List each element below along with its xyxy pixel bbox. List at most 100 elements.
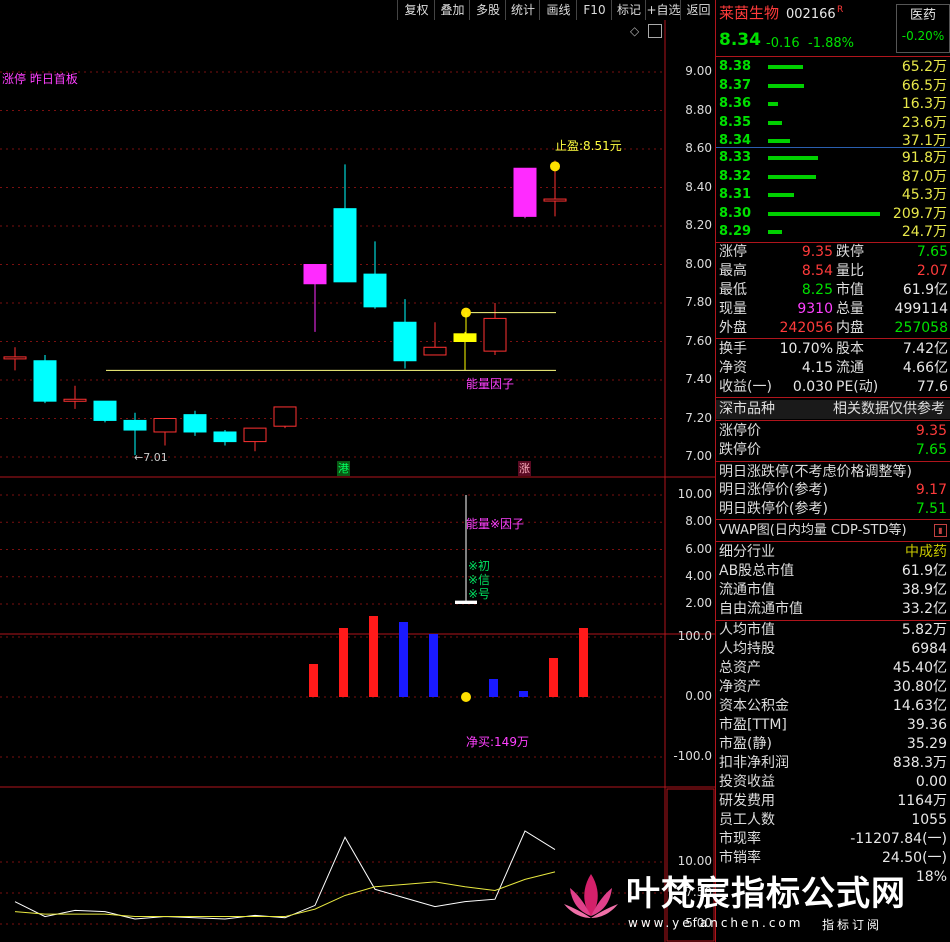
candle[interactable]: [3, 347, 27, 371]
panel-toggle[interactable]: [648, 24, 662, 38]
ask-row[interactable]: 8.37 66.5万: [716, 77, 950, 95]
candle[interactable]: [273, 406, 297, 429]
candle[interactable]: [483, 303, 507, 355]
fund-row: 市盈(静) 35.29: [719, 736, 947, 752]
cap-row: 自由流通市值 33.2亿: [719, 601, 947, 617]
ask-volume-bar: [768, 65, 803, 69]
net-buy-bar: [519, 691, 528, 697]
limit-row: 涨停价 9.35: [719, 423, 947, 439]
toolbar-button-8[interactable]: 返回: [680, 0, 716, 20]
cap-row: AB股总市值 61.9亿: [719, 563, 947, 579]
ask-volume-bar: [768, 120, 782, 125]
market-note: 相关数据仅供参考: [833, 401, 945, 417]
vwap-row[interactable]: VWAP图(日内均量 CDP-STD等) ▮: [716, 521, 950, 540]
candle[interactable]: [513, 167, 537, 219]
candle[interactable]: [183, 410, 207, 436]
y-main-tick: 7.80: [685, 295, 712, 309]
fund-row: 人均市值 5.82万: [719, 622, 947, 638]
series-line-yellow: [14, 871, 556, 918]
toolbar-button-6[interactable]: 标记: [611, 0, 646, 20]
stats-row: 收益(一) 0.030 PE(动) 77.6: [719, 379, 948, 395]
fund-row: 资本公积金 14.63亿: [719, 698, 947, 714]
fund-row: 研发费用 1164万: [719, 793, 947, 809]
bid-row[interactable]: 8.30 209.7万: [716, 205, 950, 223]
candle[interactable]: [93, 400, 117, 423]
sub1-label: 能量※因子: [466, 517, 525, 531]
bid-volume-bar: [768, 156, 818, 160]
y-main-tick: 7.20: [685, 410, 712, 425]
candle[interactable]: [123, 412, 147, 456]
candle[interactable]: [243, 427, 267, 452]
ask-row[interactable]: 8.36 16.3万: [716, 95, 950, 113]
fund-row: 员工人数 1055: [719, 812, 947, 828]
fund-row: 投资收益 0.00: [719, 774, 947, 790]
ask-row[interactable]: 8.38 65.2万: [716, 58, 950, 76]
toolbar-button-1[interactable]: 叠加: [434, 0, 470, 20]
bid-row[interactable]: 8.33 91.8万: [716, 149, 950, 167]
fund-row: 人均持股 6984: [719, 641, 947, 657]
fund-row: 净资产 30.80亿: [719, 679, 947, 695]
net-buy-label: 净买:149万: [466, 735, 529, 749]
y-sub1-tick: 2.00: [685, 596, 712, 610]
stock-code: 002166: [786, 7, 836, 22]
candle[interactable]: [303, 264, 327, 332]
y-sub1-tick: 8.00: [685, 514, 712, 529]
tomorrow-row: 明日涨停价(参考) 9.17: [719, 482, 947, 498]
stats-row: 现量 9310 总量 499114: [719, 301, 948, 317]
sector-name: 医药: [909, 8, 936, 23]
fund-row: 总资产 45.40亿: [719, 660, 947, 676]
energy-factor-label: 能量因子: [466, 377, 515, 391]
bid-row[interactable]: 8.31 45.3万: [716, 186, 950, 204]
candle[interactable]: [423, 322, 447, 356]
bid-row[interactable]: 8.29 24.7万: [716, 223, 950, 241]
toolbar-button-2[interactable]: 多股: [469, 0, 506, 20]
candle[interactable]: [363, 241, 387, 309]
candle[interactable]: [213, 430, 237, 446]
bid-row[interactable]: 8.32 87.0万: [716, 168, 950, 186]
bid-volume-bar: [768, 211, 880, 216]
toolbar-button-3[interactable]: 统计: [505, 0, 540, 20]
toolbar-button-7[interactable]: +自选: [645, 0, 681, 20]
candle[interactable]: [453, 331, 477, 371]
stop-profit-label: 止盈:8.51元: [555, 139, 622, 153]
toolbar-button-0[interactable]: 复权: [397, 0, 435, 20]
y-sub1-tick: 10.00: [677, 487, 712, 501]
candle[interactable]: [393, 299, 417, 369]
toolbar-button-4[interactable]: 画线: [539, 0, 577, 20]
net-buy-bar: [579, 628, 588, 697]
candle[interactable]: [33, 354, 57, 404]
y-sub1-tick: 4.00: [685, 568, 712, 583]
ask-row[interactable]: 8.35 23.6万: [716, 114, 950, 132]
y-main-tick: 7.40: [685, 372, 712, 386]
tomorrow-title: 明日涨跌停(不考虑价格调整等): [719, 464, 912, 480]
stats-row: 换手 10.70% 股本 7.42亿: [719, 341, 948, 357]
industry-row: 细分行业 中成药: [719, 544, 947, 560]
y-main-tick: 7.60: [685, 333, 712, 348]
sub1-note-3: ※号: [468, 587, 491, 601]
limit-row: 跌停价 7.65: [719, 442, 947, 458]
diamond-icon[interactable]: ◇: [630, 24, 639, 38]
net-buy-bar: [489, 679, 498, 697]
watermark-url: www.yefanchen.com: [628, 916, 804, 930]
stock-name[interactable]: 莱茵生物: [719, 4, 779, 23]
y-sub2-tick: 0.00: [685, 689, 712, 703]
y-main-tick: 8.80: [685, 102, 712, 117]
bar-chart-icon[interactable]: ▮: [934, 524, 947, 537]
quote-panel: 莱茵生物 002166 R 医药 -0.20% 8.34 -0.16 -1.88…: [715, 0, 950, 942]
y-sub1-tick: 6.00: [685, 541, 712, 556]
price-change-pct: -1.88%: [808, 36, 854, 51]
stop-profit-dot: [550, 161, 560, 172]
candle[interactable]: [63, 385, 87, 409]
net-buy-bar: [309, 664, 318, 697]
toolbar-button-5[interactable]: F10: [576, 0, 612, 20]
watermark: 叶梵宸指标公式网 www.yefanchen.com 指标订阅: [560, 862, 950, 942]
stats-row: 最低 8.25 市值 61.9亿: [719, 282, 948, 298]
tag-hk: 港: [337, 461, 350, 476]
tag-limit-up: 涨: [518, 461, 531, 476]
low-price-label: ←7.01: [134, 451, 168, 464]
net-buy-bar: [339, 628, 348, 697]
candle[interactable]: [333, 164, 357, 283]
y-main-tick: 7.00: [685, 449, 712, 463]
price-change: -0.16: [766, 36, 800, 51]
candle[interactable]: [153, 418, 177, 446]
